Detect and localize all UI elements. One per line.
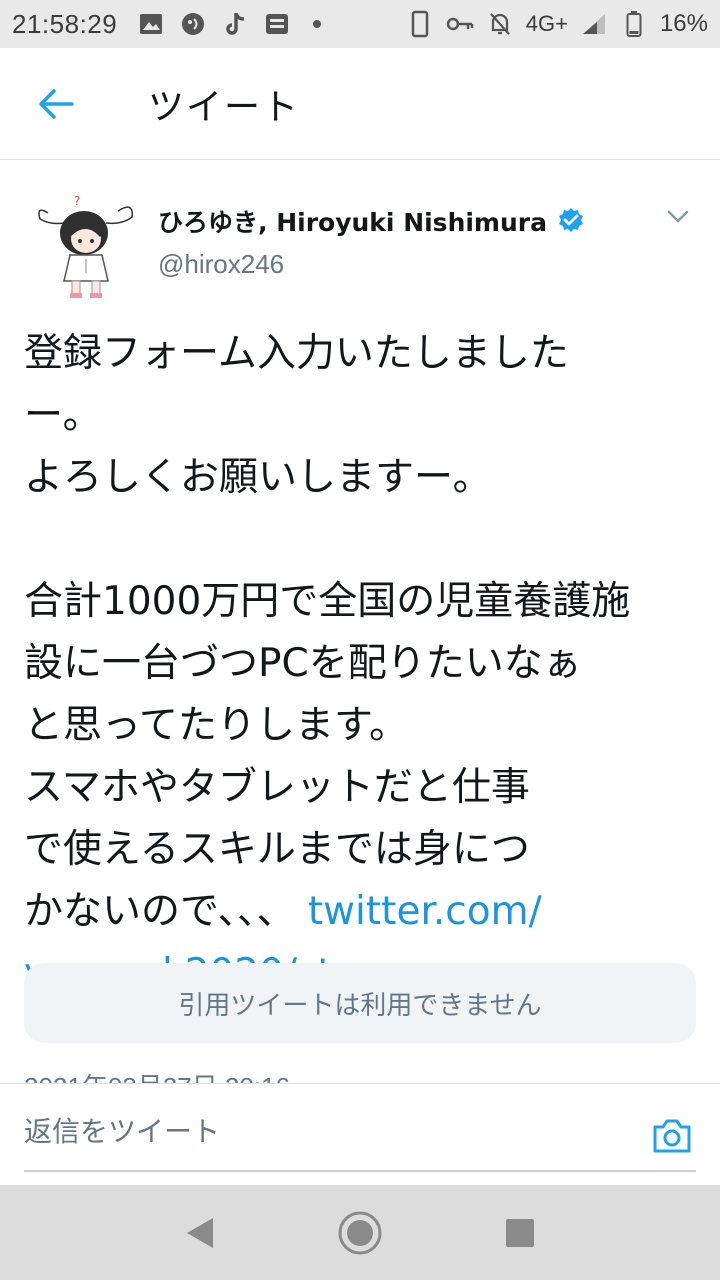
page-title: ツイート	[148, 86, 301, 128]
chevron-down-icon	[667, 210, 689, 223]
tweet-link[interactable]: twitter.com/	[308, 889, 542, 934]
tweet-body: 登録フォーム入力いたしました ー。 よろしくお願いしますー。 合計1000万円で…	[24, 323, 664, 1005]
system-nav-bar	[0, 1185, 720, 1280]
network-type: 4G+	[525, 11, 568, 36]
status-bar: 21:58:29 4G+ 16%	[0, 0, 720, 48]
badge-app-icon	[263, 10, 291, 38]
triangle-back-icon	[187, 1217, 213, 1248]
tweet-detail: ? ひろゆき, Hiroyuki Nishimura @hirox246 登録フ…	[0, 161, 720, 1083]
tweet-text-line: と思ってたりします。	[24, 703, 409, 748]
tweet-text-line: スマホやタブレットだと仕事	[24, 765, 530, 810]
vpn-key-icon	[446, 10, 474, 38]
tweet-author: ? ひろゆき, Hiroyuki Nishimura @hirox246	[24, 185, 696, 305]
nav-home-button[interactable]	[330, 1203, 390, 1263]
signal-icon	[580, 10, 608, 38]
tweet-text-line: よろしくお願いしますー。	[24, 455, 492, 500]
back-button[interactable]	[0, 48, 112, 160]
tweet-timestamp: 2021年02月27日 20:16	[24, 1067, 290, 1083]
more-notifications-dot	[313, 20, 322, 28]
battery-icon	[620, 10, 648, 38]
battery-level: 16%	[659, 10, 708, 37]
tweet-text-line: 設に一台づつPCを配りたいなぁ	[24, 641, 582, 686]
status-time: 21:58:29	[12, 8, 118, 39]
notification-icons	[137, 10, 322, 38]
quote-tweet-unavailable: 引用ツイートは利用できません	[24, 963, 696, 1043]
reply-composer: 返信をツイート	[0, 1083, 720, 1185]
tweet-options-button[interactable]	[660, 199, 696, 235]
author-handle[interactable]: @hirox246	[158, 249, 284, 280]
square-recents-icon	[506, 1218, 534, 1247]
tweet-text-line: で使えるスキルまでは身につ	[24, 827, 530, 872]
quote-unavailable-text: 引用ツイートは利用できません	[178, 990, 542, 1021]
avatar[interactable]: ?	[34, 189, 138, 301]
reply-input-underline	[24, 1170, 696, 1172]
tweet-text-line: 合計1000万円で全国の児童養護施	[24, 579, 631, 624]
back-arrow-icon	[39, 88, 74, 119]
tiktok-icon	[221, 10, 249, 38]
tweet-text-blank-line	[24, 509, 664, 571]
home-circle-icon	[338, 1211, 382, 1254]
app-header: ツイート	[0, 48, 720, 160]
tweet-text-line-with-link: かないので、、、 twitter.com/	[24, 881, 664, 943]
svg-text:?: ?	[74, 194, 80, 208]
tweet-text-fragment: かないので、、、	[24, 889, 296, 934]
nav-recents-button[interactable]	[490, 1203, 550, 1263]
reply-input[interactable]: 返信をツイート	[24, 1110, 604, 1154]
author-name[interactable]: ひろゆき, Hiroyuki Nishimura	[158, 203, 547, 239]
tweet-text-line: 登録フォーム入力いたしました	[24, 331, 569, 376]
camera-icon	[653, 1119, 691, 1153]
notifications-off-icon	[486, 10, 514, 38]
nav-back-button[interactable]	[170, 1203, 230, 1263]
author-name-row: ひろゆき, Hiroyuki Nishimura	[158, 203, 585, 239]
tweet-text-line: ー。	[24, 393, 102, 438]
system-status: 4G+ 16%	[406, 10, 708, 38]
gallery-icon	[137, 10, 165, 38]
camera-button[interactable]	[648, 1112, 696, 1160]
verified-badge-icon	[558, 208, 583, 232]
phone-vibrate-icon	[406, 10, 434, 38]
chat-app-icon	[179, 10, 207, 38]
